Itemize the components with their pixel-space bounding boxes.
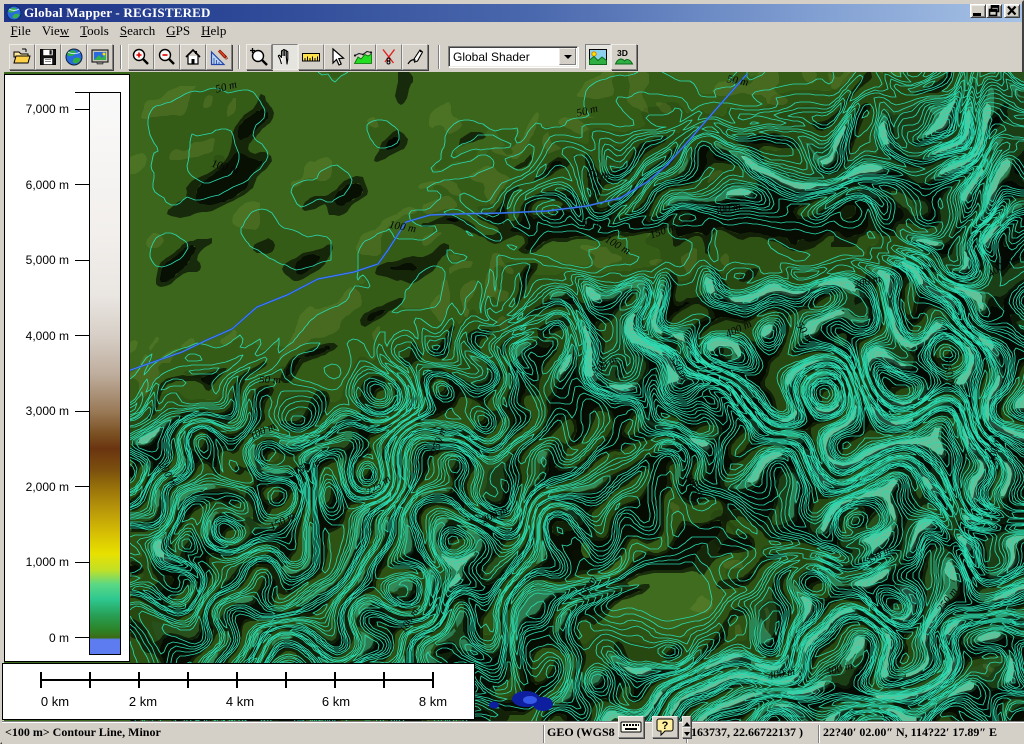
svg-text:50 m: 50 m xyxy=(581,218,603,230)
svg-text:?: ? xyxy=(662,720,669,732)
svg-text:3D: 3D xyxy=(617,48,628,58)
svg-text:50 m: 50 m xyxy=(259,374,281,386)
svg-text:50 m: 50 m xyxy=(587,168,610,182)
